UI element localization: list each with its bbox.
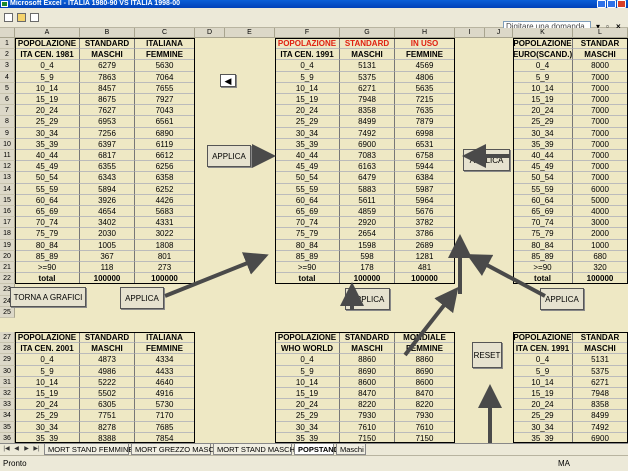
prev-sheet-icon[interactable]: ◀: [12, 445, 21, 454]
row-header[interactable]: 1: [0, 38, 15, 50]
sheet-tab[interactable]: MORT STAND FEMMINE: [44, 444, 133, 455]
column-header-k[interactable]: K: [513, 28, 573, 38]
row-header[interactable]: 31: [0, 376, 15, 388]
row-header[interactable]: 13: [0, 172, 15, 184]
status-bar: Pronto MA: [0, 455, 628, 471]
reset-button[interactable]: RESET: [472, 342, 502, 368]
row-header[interactable]: 35: [0, 421, 15, 433]
column-header-j[interactable]: J: [485, 28, 513, 38]
table-frame: [15, 38, 195, 285]
row-header[interactable]: 25: [0, 306, 15, 318]
applica-button[interactable]: APPLICA: [463, 149, 510, 171]
select-all-corner[interactable]: [0, 28, 15, 38]
column-header-a[interactable]: A: [15, 28, 80, 38]
applica-button[interactable]: APPLICA: [120, 287, 164, 309]
row-header[interactable]: 16: [0, 206, 15, 218]
first-sheet-icon[interactable]: |◀: [2, 445, 11, 454]
title-bar: Microsoft Excel - ITALIA 1980-90 VS ITAL…: [0, 0, 628, 8]
excel-icon: [1, 1, 8, 7]
next-sheet-icon[interactable]: ▶: [22, 445, 31, 454]
spreadsheet-grid[interactable]: A B C D E F G H I J K L 1 2 3 4 5 6 7 8 9 10 11 12 13 14 15 16 17 18 1…: [0, 28, 628, 443]
row-header[interactable]: 5: [0, 82, 15, 94]
column-header-e[interactable]: E: [225, 28, 275, 38]
sheet-tab[interactable]: POPSTAND: [294, 444, 339, 455]
row-header[interactable]: 6: [0, 94, 15, 106]
row-header[interactable]: 8: [0, 116, 15, 128]
table-frame: [275, 38, 455, 285]
column-header-i[interactable]: I: [455, 28, 485, 38]
close-icon[interactable]: [617, 0, 626, 8]
row-header[interactable]: 11: [0, 150, 15, 162]
row-header[interactable]: 3: [0, 60, 15, 72]
toolbar: Digitare una domanda. ▾ ▫ ×: [0, 8, 628, 33]
column-header-c[interactable]: C: [135, 28, 195, 38]
row-header[interactable]: 9: [0, 127, 15, 139]
minimize-icon[interactable]: [597, 0, 606, 8]
row-header[interactable]: 34: [0, 410, 15, 422]
row-header[interactable]: 20: [0, 250, 15, 262]
row-header[interactable]: 28: [0, 343, 15, 355]
row-header[interactable]: 10: [0, 138, 15, 150]
row-header[interactable]: 33: [0, 399, 15, 411]
sheet-tab[interactable]: MORT STAND MASCHI: [213, 444, 297, 455]
back-arrow-button[interactable]: ◀: [220, 74, 236, 87]
window-title: Microsoft Excel - ITALIA 1980-90 VS ITAL…: [10, 0, 180, 7]
sheet-tab[interactable]: Maschi: [336, 444, 366, 455]
open-folder-icon[interactable]: [17, 13, 26, 22]
row-header[interactable]: 2: [0, 49, 15, 61]
maximize-icon[interactable]: [607, 0, 616, 8]
row-header[interactable]: 21: [0, 262, 15, 274]
applica-button[interactable]: APPLICA: [207, 145, 251, 167]
torna-a-grafici-button[interactable]: TORNA A GRAFICI: [10, 287, 86, 307]
column-header-h[interactable]: H: [395, 28, 455, 38]
row-header[interactable]: 14: [0, 183, 15, 195]
row-header[interactable]: 19: [0, 239, 15, 251]
row-header[interactable]: 15: [0, 194, 15, 206]
row-header[interactable]: 22: [0, 273, 15, 285]
column-header-g[interactable]: G: [340, 28, 395, 38]
last-sheet-icon[interactable]: ▶|: [32, 445, 41, 454]
row-header[interactable]: 30: [0, 365, 15, 377]
status-mode: MA: [558, 459, 570, 468]
row-header[interactable]: 17: [0, 217, 15, 229]
sheet-tabs-bar: |◀ ◀ ▶ ▶| MORT STAND FEMMINE MORT GREZZO …: [0, 443, 628, 455]
column-header-f[interactable]: F: [275, 28, 340, 38]
column-header-l[interactable]: L: [573, 28, 628, 38]
row-header[interactable]: 29: [0, 354, 15, 366]
row-header[interactable]: 36: [0, 432, 15, 443]
new-file-icon[interactable]: [4, 13, 13, 22]
row-header[interactable]: 7: [0, 105, 15, 117]
table-frame: [15, 332, 195, 443]
column-header-b[interactable]: B: [80, 28, 135, 38]
applica-button[interactable]: APPLICA: [540, 288, 584, 310]
table-frame: [513, 332, 628, 443]
row-header[interactable]: 4: [0, 71, 15, 83]
applica-button[interactable]: APPLICA: [345, 288, 390, 310]
row-header[interactable]: 27: [0, 332, 15, 344]
table-frame: [275, 332, 455, 443]
column-header-d[interactable]: D: [195, 28, 225, 38]
status-ready: Pronto: [3, 459, 27, 468]
sheet-tab[interactable]: MORT GREZZO MASCHI: [131, 444, 221, 455]
print-icon[interactable]: [30, 13, 39, 22]
row-header[interactable]: 32: [0, 388, 15, 400]
row-header[interactable]: 18: [0, 228, 15, 240]
row-header[interactable]: 12: [0, 161, 15, 173]
table-frame: [513, 38, 628, 285]
